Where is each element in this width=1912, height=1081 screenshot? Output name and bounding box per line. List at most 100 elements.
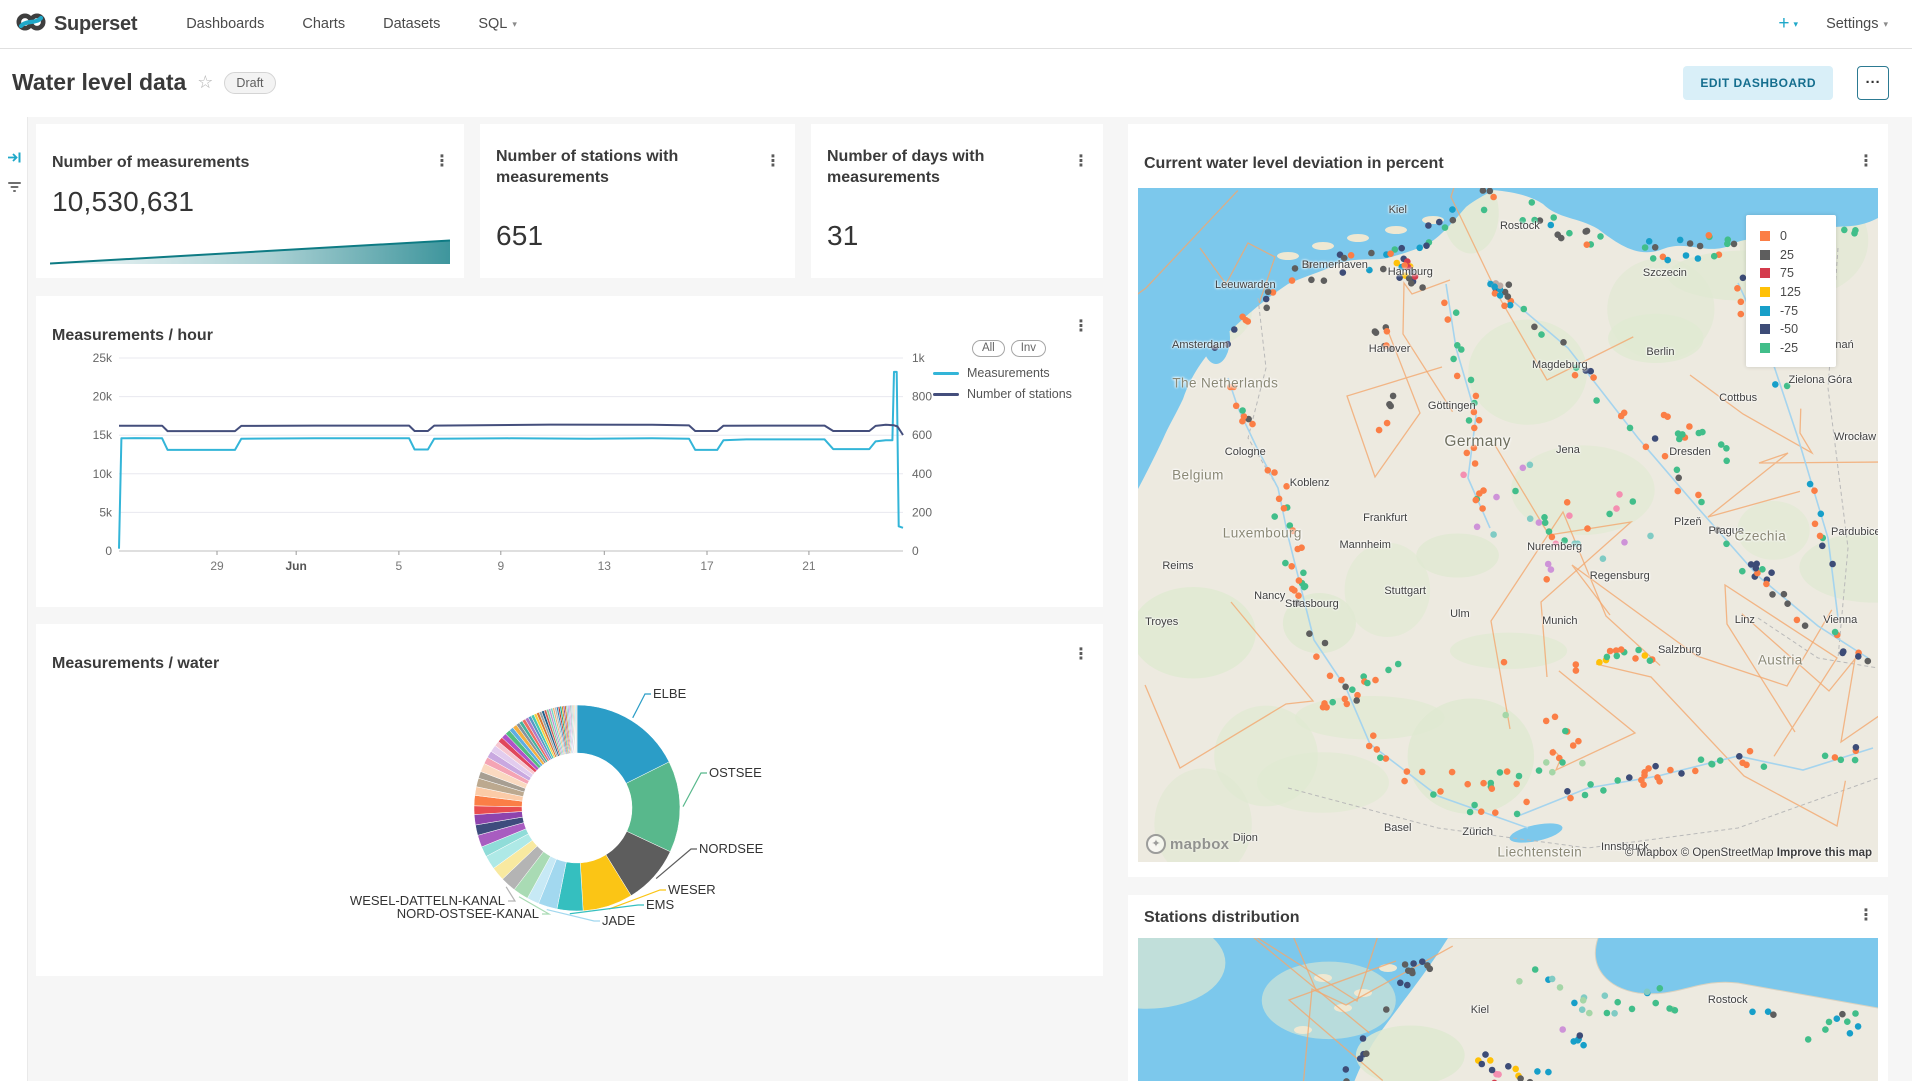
nav-item-charts[interactable]: Charts [283,16,364,32]
kpi-title: Number of days with measurements [827,146,1063,188]
page-title: Water level data [12,69,186,96]
kpi-value: 10,530,631 [52,186,194,218]
nav-item-dashboards[interactable]: Dashboards [167,16,283,32]
legend-label: Measurements [967,366,1050,380]
donut-label: WESEL-DATTELN-KANAL [350,893,505,908]
legend-line-swatch [933,393,959,396]
legend-color-swatch [1760,306,1770,316]
nav-right: +▾ Settings▾ [1778,13,1888,35]
filter-funnel-icon[interactable] [7,180,22,195]
svg-text:13: 13 [598,559,612,573]
legend-color-swatch [1760,250,1770,260]
new-item-button[interactable]: +▾ [1778,13,1798,35]
kebab-menu-icon[interactable]: ⋮ [765,155,781,169]
kpi-card-days: Number of days with measurements ⋮ 31 [811,124,1103,278]
legend-value-label: 25 [1780,248,1794,262]
donut-chart[interactable]: ELBEOSTSEENORDSEEWESEREMSJADENORD-OSTSEE… [305,643,845,973]
mapbox-logo[interactable]: ✦ mapbox [1146,834,1229,854]
donut-label: OSTSEE [709,765,762,780]
nav-item-label: Dashboards [186,16,264,32]
svg-text:29: 29 [210,559,224,573]
svg-text:400: 400 [912,467,932,481]
kpi-card-stations: Number of stations with measurements ⋮ 6… [480,124,795,278]
map-legend-row: -50 [1760,320,1836,339]
svg-text:25k: 25k [93,351,113,365]
legend-item[interactable]: Number of stations [933,387,1085,401]
water-chart-card: Measurements / water ⋮ ELBEOSTSEENORDSEE… [36,624,1103,976]
legend-line-swatch [933,372,959,375]
kpi-value: 31 [827,220,859,252]
svg-text:5k: 5k [99,505,113,519]
chart-title: Current water level deviation in percent [1144,155,1444,173]
svg-text:600: 600 [912,428,932,442]
legend-inv-button[interactable]: Inv [1011,340,1046,357]
deviation-map[interactable]: LeeuwardenAmsterdamThe NetherlandsBremer… [1138,188,1878,862]
favorite-star-icon[interactable]: ☆ [197,72,213,93]
kebab-menu-icon[interactable]: ⋮ [1073,155,1089,169]
nav-item-sql[interactable]: SQL ▾ [459,16,536,32]
legend-value-label: 125 [1780,285,1801,299]
mapbox-logo-icon: ✦ [1146,834,1166,854]
svg-text:17: 17 [700,559,714,573]
nav-item-label: Datasets [383,16,440,32]
kebab-menu-icon[interactable]: ⋮ [1073,648,1089,662]
mapbox-attribution-link[interactable]: © Mapbox [1625,847,1678,859]
dashboard-header: Water level data ☆ Draft EDIT DASHBOARD … [0,49,1912,117]
kpi-card-measurements: Number of measurements ⋮ 10,530,631 [36,124,464,278]
nav-item-label: Charts [302,16,345,32]
edit-dashboard-button[interactable]: EDIT DASHBOARD [1683,66,1833,100]
svg-text:5: 5 [396,559,403,573]
map-legend-row: 125 [1760,283,1836,302]
chevron-down-icon: ▾ [1794,19,1799,30]
more-actions-button[interactable]: ··· [1857,66,1889,100]
legend-label: Number of stations [967,387,1072,401]
legend-color-swatch [1760,324,1770,334]
svg-text:10k: 10k [93,467,113,481]
osm-attribution-link[interactable]: © OpenStreetMap [1681,847,1774,859]
svg-text:0: 0 [105,544,112,558]
legend-all-button[interactable]: All [972,340,1005,357]
nav-item-label: SQL [478,16,507,32]
legend-color-swatch [1760,268,1770,278]
legend-value-label: -25 [1780,341,1798,355]
filter-bar-collapsed [0,117,28,1081]
kebab-menu-icon[interactable]: ⋮ [434,155,450,169]
chart-title: Measurements / water [52,655,219,673]
brand-name: Superset [54,13,137,36]
donut-label: JADE [602,913,636,928]
legend-color-swatch [1760,343,1770,353]
donut-label: ELBE [653,686,687,701]
svg-text:20k: 20k [93,390,113,404]
settings-menu[interactable]: Settings▾ [1826,16,1888,32]
superset-logo[interactable]: Superset [16,11,137,38]
kebab-menu-icon[interactable]: ⋮ [1858,909,1874,923]
kpi-value: 651 [496,220,543,252]
donut-label: WESER [668,882,716,897]
svg-text:200: 200 [912,505,932,519]
svg-text:800: 800 [912,390,932,404]
chevron-down-icon: ▾ [512,19,517,30]
donut-label: EMS [646,897,675,912]
legend-value-label: 0 [1780,229,1787,243]
expand-filters-icon[interactable] [7,150,22,165]
chart-title: Stations distribution [1144,909,1300,927]
svg-text:15k: 15k [93,428,113,442]
svg-text:9: 9 [497,559,504,573]
map-legend-row: -75 [1760,301,1836,320]
navbar: Superset Dashboards Charts Datasets SQL ▾ +▾… [0,0,1912,49]
map-legend-row: 75 [1760,264,1836,283]
legend-item[interactable]: Measurements [933,366,1085,380]
improve-map-link[interactable]: Improve this map [1777,847,1872,859]
stations-map[interactable]: KielRostock [1138,938,1878,1081]
chevron-down-icon: ▾ [1883,19,1888,30]
kebab-menu-icon[interactable]: ⋮ [1858,155,1874,169]
svg-text:Jun: Jun [286,559,307,573]
legend-color-swatch [1760,231,1770,241]
hour-chart-card: Measurements / hour ⋮ 25k1k20k80015k6001… [36,296,1103,607]
nav-item-datasets[interactable]: Datasets [364,16,459,32]
stations-map-card: Stations distribution ⋮ KielRostock [1128,895,1888,1081]
legend-color-swatch [1760,287,1770,297]
map-legend-row: -25 [1760,339,1836,358]
map-legend: 0 25 75 125 -75-50 -25 [1746,215,1836,367]
chart-legend: All Inv Measurements Number of stations [933,340,1085,401]
